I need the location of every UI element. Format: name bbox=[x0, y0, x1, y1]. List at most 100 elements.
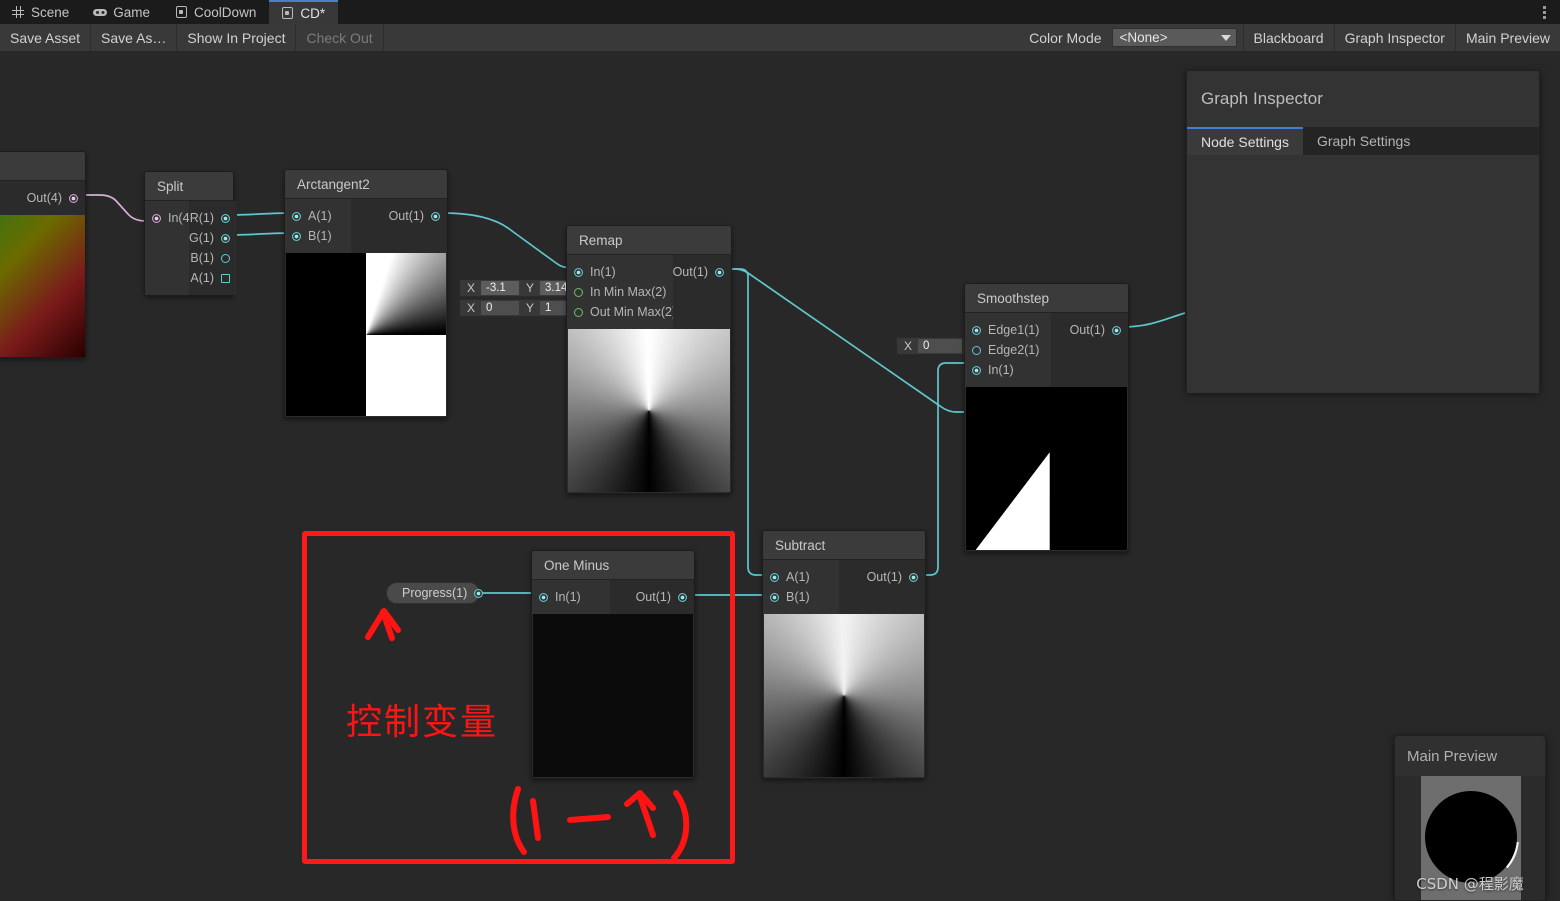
port-in[interactable]: In Min Max(2) bbox=[567, 282, 673, 302]
port-dot-icon[interactable] bbox=[1112, 325, 1121, 335]
show-in-project-button[interactable]: Show In Project bbox=[177, 24, 297, 51]
port-dot-icon[interactable] bbox=[69, 193, 78, 203]
node-split[interactable]: Split In(4) R(1) G(1) B(1) A(1) bbox=[144, 171, 237, 296]
save-asset-button[interactable]: Save Asset bbox=[0, 24, 92, 51]
port-dot-icon[interactable] bbox=[909, 572, 918, 582]
node-body: A(1) B(1) Out(1) bbox=[763, 560, 925, 614]
main-preview-panel[interactable]: Main Preview CSDN @程影魔 bbox=[1394, 735, 1546, 901]
port-in[interactable]: B(1) bbox=[763, 587, 839, 607]
tab-graph-settings[interactable]: Graph Settings bbox=[1303, 127, 1424, 155]
node-arctangent2[interactable]: Arctangent2 A(1) B(1) Out(1) bbox=[284, 169, 448, 418]
node-subtract[interactable]: Subtract A(1) B(1) Out(1) bbox=[762, 530, 926, 779]
shadergraph-asset-icon bbox=[174, 5, 188, 19]
output-ports: Out(1) bbox=[1051, 313, 1128, 387]
port-label: A(1) bbox=[190, 271, 214, 285]
out-min-max-field[interactable]: X 0 Y 1 bbox=[459, 299, 580, 317]
in-min-max-field[interactable]: X -3.1 Y 3.14 bbox=[459, 279, 580, 297]
node-title: Remap bbox=[567, 226, 731, 255]
field-value-x[interactable]: 0 bbox=[918, 339, 963, 353]
port-dot-icon[interactable] bbox=[574, 267, 583, 277]
port-label: Out Min Max(2) bbox=[590, 305, 677, 319]
port-out[interactable]: B(1) bbox=[189, 248, 237, 268]
node-smoothstep[interactable]: Smoothstep Edge1(1) Edge2(1) In(1) Out(1… bbox=[964, 283, 1129, 552]
editor-tab-bar: Scene Game CoolDown CD* bbox=[0, 0, 1560, 24]
tab-label: Game bbox=[113, 4, 151, 20]
port-in[interactable]: In(4) bbox=[145, 208, 194, 228]
port-in[interactable]: A(1) bbox=[763, 567, 839, 587]
port-dot-icon[interactable] bbox=[972, 365, 981, 375]
main-preview-canvas[interactable]: CSDN @程影魔 bbox=[1395, 776, 1545, 900]
port-dot-icon[interactable] bbox=[292, 231, 301, 241]
port-label: In(1) bbox=[988, 363, 1014, 377]
port-dot-icon[interactable] bbox=[221, 253, 230, 263]
check-out-button[interactable]: Check Out bbox=[296, 24, 384, 51]
input-ports: A(1) B(1) bbox=[763, 560, 839, 614]
main-preview-title: Main Preview bbox=[1407, 747, 1498, 765]
node-remap[interactable]: Remap In(1) In Min Max(2) Out Min Max(2) bbox=[566, 225, 732, 494]
chevron-down-icon bbox=[1220, 34, 1231, 41]
port-out[interactable]: Out(4) bbox=[0, 188, 85, 208]
port-out[interactable]: Out(1) bbox=[839, 567, 925, 587]
port-dot-icon[interactable] bbox=[574, 307, 583, 317]
port-label: A(1) bbox=[308, 209, 332, 223]
port-dot-icon[interactable] bbox=[770, 572, 779, 582]
tab-scene[interactable]: Scene bbox=[0, 0, 82, 24]
port-dot-icon[interactable] bbox=[221, 213, 230, 223]
port-in[interactable]: Edge2(1) bbox=[965, 340, 1051, 360]
tab-game[interactable]: Game bbox=[82, 0, 163, 24]
port-out[interactable]: R(1) bbox=[189, 208, 237, 228]
node-uv[interactable]: Out(4) bbox=[0, 151, 86, 358]
tab-label: CD* bbox=[300, 5, 326, 21]
port-dot-icon[interactable] bbox=[431, 211, 440, 221]
port-in[interactable]: A(1) bbox=[285, 206, 351, 226]
graph-toolbar: Save Asset Save As… Show In Project Chec… bbox=[0, 24, 1560, 51]
node-body: A(1) B(1) Out(1) bbox=[285, 199, 447, 253]
port-in[interactable]: Out Min Max(2) bbox=[567, 302, 677, 322]
node-body: In(4) R(1) G(1) B(1) A(1) bbox=[145, 201, 237, 295]
node-title: Split bbox=[145, 172, 233, 201]
field-value-x[interactable]: 0 bbox=[481, 301, 520, 315]
port-dot-icon[interactable] bbox=[221, 233, 230, 243]
port-out[interactable]: Out(1) bbox=[673, 262, 731, 282]
port-dot-icon[interactable] bbox=[574, 287, 583, 297]
port-label: In Min Max(2) bbox=[590, 285, 667, 299]
port-out[interactable]: Out(1) bbox=[351, 206, 447, 226]
port-in[interactable]: In(1) bbox=[965, 360, 1051, 380]
node-title bbox=[0, 152, 85, 181]
node-title: Arctangent2 bbox=[285, 170, 447, 199]
edge2-float-field[interactable]: X 0 bbox=[896, 337, 964, 355]
graph-inspector-panel[interactable]: Graph Inspector Node Settings Graph Sett… bbox=[1186, 70, 1540, 393]
output-ports: Out(4) bbox=[0, 181, 85, 215]
port-out[interactable]: Out(1) bbox=[1051, 320, 1128, 340]
field-axis-y: Y bbox=[526, 281, 535, 295]
node-preview bbox=[764, 614, 924, 777]
blackboard-toggle[interactable]: Blackboard bbox=[1242, 24, 1334, 51]
main-preview-toggle[interactable]: Main Preview bbox=[1454, 24, 1560, 51]
tab-node-settings[interactable]: Node Settings bbox=[1187, 127, 1303, 155]
port-out[interactable]: A(1) bbox=[189, 268, 237, 288]
tab-cd[interactable]: CD* bbox=[269, 0, 339, 24]
port-dot-icon[interactable] bbox=[152, 213, 161, 223]
field-value-x[interactable]: -3.1 bbox=[481, 281, 520, 295]
port-dot-icon[interactable] bbox=[715, 267, 724, 277]
graph-inspector-toggle[interactable]: Graph Inspector bbox=[1333, 24, 1455, 51]
port-dot-icon[interactable] bbox=[292, 211, 301, 221]
port-in[interactable]: In(1) bbox=[567, 262, 673, 282]
output-ports: Out(1) bbox=[839, 560, 925, 614]
port-in[interactable]: Edge1(1) bbox=[965, 320, 1051, 340]
field-axis-y: Y bbox=[526, 301, 535, 315]
tab-cooldown[interactable]: CoolDown bbox=[163, 0, 269, 24]
port-dot-icon[interactable] bbox=[972, 325, 981, 335]
port-dot-icon[interactable] bbox=[770, 592, 779, 602]
port-dot-icon[interactable] bbox=[972, 345, 981, 355]
input-ports: Edge1(1) Edge2(1) In(1) bbox=[965, 313, 1051, 387]
toolbar-right-group: Color Mode <None> Blackboard Graph Inspe… bbox=[1019, 24, 1560, 51]
port-dot-icon[interactable] bbox=[221, 273, 230, 283]
save-as-button[interactable]: Save As… bbox=[91, 24, 178, 51]
kebab-menu-icon[interactable] bbox=[1536, 4, 1552, 20]
port-in[interactable]: B(1) bbox=[285, 226, 351, 246]
port-out[interactable]: G(1) bbox=[189, 228, 237, 248]
port-label: B(1) bbox=[190, 251, 214, 265]
color-mode-dropdown[interactable]: <None> bbox=[1111, 28, 1237, 47]
graph-inspector-tabs: Node Settings Graph Settings bbox=[1187, 127, 1539, 155]
